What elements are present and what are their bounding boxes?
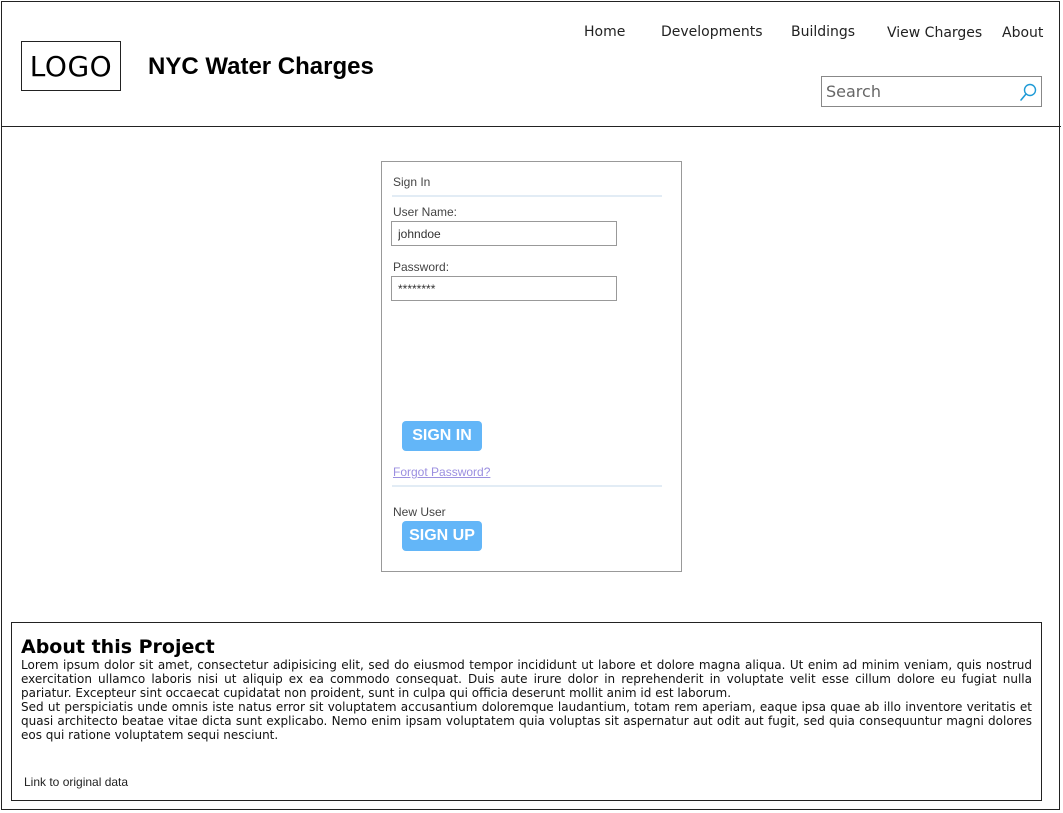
logo[interactable]: LOGO xyxy=(21,41,121,91)
password-field[interactable] xyxy=(391,276,617,301)
nav-home[interactable]: Home xyxy=(584,24,625,40)
about-heading: About this Project xyxy=(21,636,215,658)
search-input[interactable] xyxy=(822,77,1016,106)
sign-up-button[interactable]: SIGN UP xyxy=(402,521,482,551)
username-label: User Name: xyxy=(393,205,458,219)
username-field[interactable] xyxy=(391,221,617,246)
new-user-label: New User xyxy=(393,505,446,519)
nav-developments[interactable]: Developments xyxy=(661,24,763,40)
nav-buildings[interactable]: Buildings xyxy=(791,24,855,40)
forgot-password-link[interactable]: Forgot Password? xyxy=(393,465,490,479)
sign-in-heading: Sign In xyxy=(393,175,431,189)
sign-in-panel: Sign In User Name: Password: SIGN IN For… xyxy=(381,161,682,572)
original-data-link[interactable]: Link to original data xyxy=(24,775,128,789)
search-box xyxy=(821,76,1042,107)
password-label: Password: xyxy=(393,260,450,274)
about-section: About this Project Lorem ipsum dolor sit… xyxy=(11,622,1042,801)
panel-divider xyxy=(392,195,662,197)
about-paragraph-2: Sed ut perspiciatis unde omnis iste natu… xyxy=(21,700,1032,742)
app-title: NYC Water Charges xyxy=(148,53,374,80)
search-icon[interactable] xyxy=(1018,82,1038,102)
nav-view-charges[interactable]: View Charges xyxy=(887,25,982,41)
nav-about[interactable]: About xyxy=(1002,25,1043,41)
about-paragraph-1: Lorem ipsum dolor sit amet, consectetur … xyxy=(21,658,1032,700)
header-divider xyxy=(1,126,1061,127)
panel-divider xyxy=(392,485,662,487)
sign-in-button[interactable]: SIGN IN xyxy=(402,421,482,451)
